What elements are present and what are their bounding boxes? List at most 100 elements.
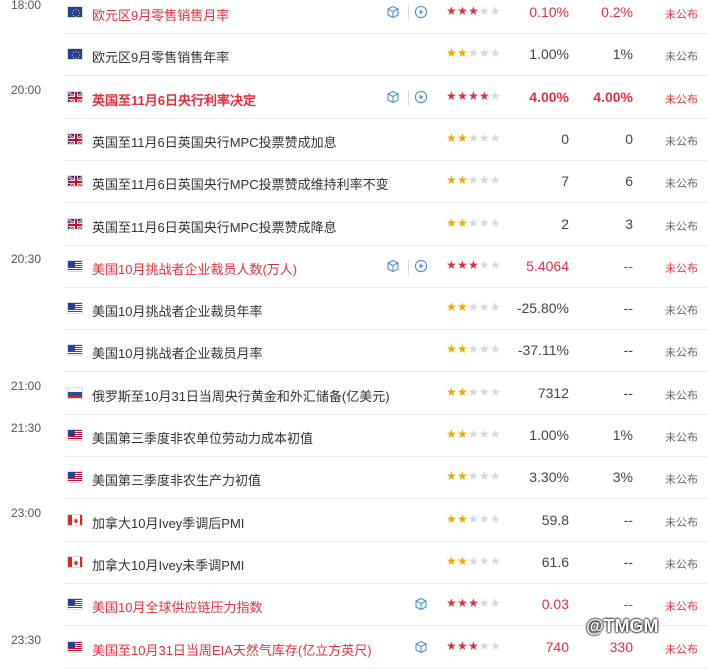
star-icon: ★ xyxy=(479,300,490,315)
event-name[interactable]: 英国至11月6日英国央行MPC投票赞成加息 xyxy=(92,132,337,151)
status-text: 未公布 xyxy=(665,643,698,656)
star-icon: ★ xyxy=(468,300,479,315)
event-name[interactable]: 欧元区9月零售销售年率 xyxy=(92,47,229,66)
event-name[interactable]: 加拿大10月Ivey未季调PMI xyxy=(92,555,244,574)
forecast-value: -- xyxy=(623,553,633,570)
table-row[interactable]: 21:30 美国第三季度非农单位劳动力成本初值 ★★★★★ 1.00% 1% 未公布 xyxy=(0,415,708,457)
event-name[interactable]: 英国至11月6日英国央行MPC投票赞成维持利率不变 xyxy=(92,174,389,193)
ru-flag-icon xyxy=(67,386,83,399)
importance-stars: ★★★★★ xyxy=(446,89,501,103)
table-row[interactable]: 欧元区9月零售销售年率 ★★★★★ 1.00% 1% 未公布 xyxy=(0,34,708,77)
uk-flag-icon xyxy=(67,132,83,145)
forecast-value: 1% xyxy=(612,46,633,63)
event-name[interactable]: 美国10月挑战者企业裁员人数(万人) xyxy=(92,259,297,278)
play-video-icon[interactable] xyxy=(414,259,428,273)
event-time: 21:00 xyxy=(10,378,42,393)
star-icon: ★ xyxy=(479,469,490,484)
previous-value: 3.30% xyxy=(529,469,569,486)
star-icon: ★ xyxy=(468,342,479,357)
event-name[interactable]: 美国10月全球供应链压力指数 xyxy=(92,597,262,616)
star-icon: ★ xyxy=(468,384,479,399)
star-icon: ★ xyxy=(457,4,468,18)
forecast-value: 0.2% xyxy=(601,4,633,20)
star-icon: ★ xyxy=(468,88,479,103)
event-name[interactable]: 美国至10月31日当周EIA天然气库存(亿立方英尺) xyxy=(92,640,372,659)
previous-value: 2 xyxy=(561,215,569,232)
star-icon: ★ xyxy=(468,427,479,441)
star-icon: ★ xyxy=(468,257,479,272)
event-name[interactable]: 欧元区9月零售销售月率 xyxy=(92,5,229,24)
star-icon: ★ xyxy=(446,384,457,399)
importance-stars: ★★★★★ xyxy=(446,385,501,399)
star-icon: ★ xyxy=(446,596,457,611)
cube-icon[interactable] xyxy=(386,5,400,19)
star-icon: ★ xyxy=(457,384,468,399)
star-icon: ★ xyxy=(479,4,490,18)
importance-stars: ★★★★★ xyxy=(446,512,501,526)
table-row[interactable]: 英国至11月6日英国央行MPC投票赞成降息 ★★★★★ 2 3 未公布 xyxy=(0,204,708,246)
table-row[interactable]: 18:00 欧元区9月零售销售月率 ★★★★★ 0.10% 0.2% 未公布 xyxy=(0,0,708,34)
table-row[interactable]: 美国10月挑战者企业裁员年率 ★★★★★ -25.80% -- 未公布 xyxy=(0,288,708,331)
star-icon: ★ xyxy=(446,173,457,188)
table-row[interactable]: 美国第三季度非农生产力初值 ★★★★★ 3.30% 3% 未公布 xyxy=(0,457,708,500)
event-name[interactable]: 美国第三季度非农单位劳动力成本初值 xyxy=(92,428,313,447)
event-name[interactable]: 英国至11月6日央行利率决定 xyxy=(92,90,256,109)
previous-value: 0.03 xyxy=(541,596,569,613)
us-flag-icon xyxy=(67,302,83,315)
table-row[interactable]: 加拿大10月Ivey未季调PMI ★★★★★ 61.6 -- 未公布 xyxy=(0,542,708,584)
ca-flag-icon xyxy=(67,513,83,526)
star-icon: ★ xyxy=(446,427,457,441)
previous-value: 1.00% xyxy=(529,46,569,63)
event-name[interactable]: 加拿大10月Ivey季调后PMI xyxy=(92,513,244,532)
event-name[interactable]: 英国至11月6日英国央行MPC投票赞成降息 xyxy=(92,217,337,236)
star-icon: ★ xyxy=(446,300,457,315)
star-icon: ★ xyxy=(479,173,490,188)
table-row[interactable]: 21:00 俄罗斯至10月31日当周央行黄金和外汇储备(亿美元) ★★★★★ 7312… xyxy=(0,373,708,415)
status-text: 未公布 xyxy=(665,9,698,21)
status-text: 未公布 xyxy=(665,262,698,275)
divider xyxy=(408,89,409,106)
star-icon: ★ xyxy=(479,511,490,526)
status-text: 未公布 xyxy=(665,135,698,148)
forecast-value: -- xyxy=(623,300,633,317)
table-row[interactable]: 英国至11月6日英国央行MPC投票赞成维持利率不变 ★★★★★ 7 6 未公布 xyxy=(0,161,708,204)
uk-flag-icon xyxy=(67,90,83,103)
table-row[interactable]: 美国10月挑战者企业裁员月率 ★★★★★ -37.11% -- 未公布 xyxy=(0,330,708,373)
cube-icon[interactable] xyxy=(414,640,428,654)
table-row[interactable]: 20:00 英国至11月6日央行利率决定 ★★★★★ 4.00% 4.00% 未公布 xyxy=(0,77,708,119)
event-name[interactable]: 美国10月挑战者企业裁员年率 xyxy=(92,301,262,320)
star-icon: ★ xyxy=(468,469,479,484)
table-row[interactable]: 23:00 加拿大10月Ivey季调后PMI ★★★★★ 59.8 -- 未公布 xyxy=(0,500,708,542)
cube-icon[interactable] xyxy=(414,597,428,611)
event-name[interactable]: 美国第三季度非农生产力初值 xyxy=(92,470,261,489)
importance-stars: ★★★★★ xyxy=(446,554,501,568)
event-time: 20:30 xyxy=(10,251,42,266)
star-icon: ★ xyxy=(457,215,468,230)
status-text: 未公布 xyxy=(665,220,698,233)
star-icon: ★ xyxy=(457,88,468,103)
star-icon: ★ xyxy=(457,553,468,568)
forecast-value: 1% xyxy=(612,427,633,443)
forecast-value: 6 xyxy=(625,173,633,190)
us-flag-icon xyxy=(67,259,83,272)
star-icon: ★ xyxy=(479,342,490,357)
table-row[interactable]: 20:30 美国10月挑战者企业裁员人数(万人) ★★★★★ 5.4064 -- 未公布 xyxy=(0,246,708,288)
star-icon: ★ xyxy=(457,46,468,61)
status-text: 未公布 xyxy=(665,474,698,487)
event-name[interactable]: 美国10月挑战者企业裁员月率 xyxy=(92,343,262,362)
play-video-icon[interactable] xyxy=(414,90,428,104)
importance-stars: ★★★★★ xyxy=(446,131,501,145)
play-video-icon[interactable] xyxy=(414,5,428,19)
importance-stars: ★★★★★ xyxy=(446,4,501,18)
importance-stars: ★★★★★ xyxy=(446,46,501,60)
previous-value: 1.00% xyxy=(529,427,569,443)
cube-icon[interactable] xyxy=(386,90,400,104)
us-flag-icon xyxy=(67,344,83,357)
importance-stars: ★★★★★ xyxy=(446,300,501,314)
event-name[interactable]: 俄罗斯至10月31日当周央行黄金和外汇储备(亿美元) xyxy=(92,386,390,405)
table-row[interactable]: 英国至11月6日英国央行MPC投票赞成加息 ★★★★★ 0 0 未公布 xyxy=(0,119,708,161)
importance-stars: ★★★★★ xyxy=(446,342,501,356)
cube-icon[interactable] xyxy=(386,259,400,273)
star-icon: ★ xyxy=(446,511,457,526)
forecast-value: 4.00% xyxy=(593,88,633,105)
